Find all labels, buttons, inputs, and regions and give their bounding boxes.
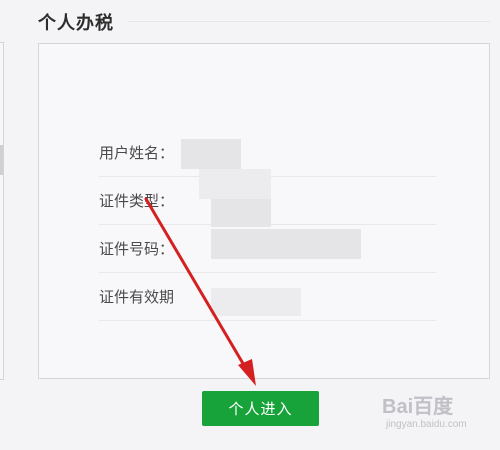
personal-info-card: 用户姓名： 证件类型： 证件号码： 证件有效期 [38, 43, 490, 379]
row-id-validity: 证件有效期 [99, 273, 436, 321]
user-name-label: 用户姓名： [99, 144, 175, 162]
user-name-redacted [181, 139, 241, 169]
id-validity-label: 证件有效期 [99, 288, 175, 306]
row-id-type: 证件类型： [99, 169, 436, 227]
scrollbar-thumb[interactable] [0, 145, 3, 175]
row-id-number: 证件号码： [99, 225, 436, 273]
watermark-logo: Bai百度 [382, 396, 454, 418]
left-panel-edge [0, 42, 4, 380]
section-title: 个人办税 [38, 13, 114, 34]
id-type-redacted [211, 199, 271, 227]
id-number-redacted [211, 229, 361, 259]
watermark: Bai百度 jingyan.baidu.com [382, 395, 496, 439]
id-number-label: 证件号码： [99, 240, 175, 258]
watermark-url: jingyan.baidu.com [386, 419, 467, 430]
id-type-redacted-top [199, 169, 271, 199]
personal-enter-button[interactable]: 个人进入 [202, 391, 319, 426]
id-validity-redacted [211, 288, 301, 316]
id-type-label: 证件类型： [99, 192, 175, 210]
title-divider [128, 21, 490, 22]
